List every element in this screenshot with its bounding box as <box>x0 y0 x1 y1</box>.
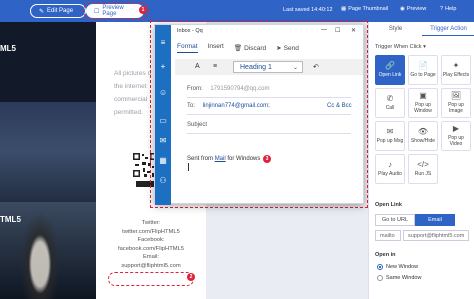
mail-compose-window: ≡ + ☺ ▭ ✉ ▦ ⚇ Inbox - Qq — ☐ ✕ Format In… <box>154 24 364 205</box>
action-pop-up-video[interactable]: ▶ Pop up Video <box>441 121 471 151</box>
go-to-url-button[interactable]: Go to URL <box>375 214 415 226</box>
new-window-radio[interactable]: New Window <box>377 264 418 270</box>
edit-icon: ✎ <box>39 8 45 15</box>
email-button[interactable]: Email <box>415 214 455 226</box>
minimize-icon[interactable]: — <box>321 27 327 33</box>
message-icon: ✉ <box>386 127 394 136</box>
divider <box>187 114 351 115</box>
action-go-to-page[interactable]: 📄 Go to Page <box>408 55 438 85</box>
action-play-audio[interactable]: ♪ Play Audio <box>375 154 405 184</box>
action-call[interactable]: ✆ Call <box>375 88 405 118</box>
eye-icon: 👁 <box>417 127 429 136</box>
help-icon: ? <box>440 6 444 12</box>
mail-link[interactable]: Mail <box>215 156 226 162</box>
code-icon: </> <box>417 160 429 169</box>
eye-icon: ◉ <box>400 6 405 12</box>
image-icon: 🖼 <box>450 91 462 100</box>
menu-icon[interactable]: ≡ <box>159 39 167 47</box>
font-color-icon[interactable]: A <box>195 63 200 70</box>
from-field[interactable]: From: 1791590794@qq.com <box>187 86 351 92</box>
book-left-page: ML5 TML5 <box>0 22 96 299</box>
action-run-js[interactable]: </> Run JS <box>408 154 438 184</box>
chevron-down-icon: ▾ <box>423 44 426 50</box>
preview-page-button[interactable]: ☐ Preview Page <box>86 4 144 18</box>
last-saved-text: Last saved 14:40:12 <box>283 7 333 13</box>
step-badge-3: 3 <box>263 155 271 163</box>
cc-bcc-button[interactable]: Cc & Bcc <box>327 103 352 109</box>
panel-tabs: Style Trigger Action <box>369 22 474 36</box>
phone-icon: ✆ <box>386 94 394 103</box>
tab-style[interactable]: Style <box>369 22 422 36</box>
chevron-down-icon: ⌄ <box>292 65 298 71</box>
trash-icon: 🗑 <box>233 45 243 52</box>
action-open-link[interactable]: 🔗 Open Link <box>375 55 405 85</box>
close-icon[interactable]: ✕ <box>351 27 356 34</box>
tab-format[interactable]: Format <box>177 43 198 53</box>
trigger-when-select[interactable]: Trigger When Click ▾ <box>375 44 426 50</box>
discard-button[interactable]: 🗑 Discard <box>234 43 266 53</box>
star-icon: ✦ <box>452 61 460 70</box>
undo-icon[interactable]: ↶ <box>313 63 319 71</box>
new-mail-icon[interactable]: + <box>159 63 167 71</box>
window-icon: ▣ <box>419 91 427 100</box>
email-highlight-outline <box>108 272 194 286</box>
top-toolbar: ✎ Edit Page ☐ Preview Page 1 Last saved … <box>0 0 474 22</box>
mail-body[interactable]: Sent from Mail for Windows <box>187 156 260 162</box>
contact-info: Twitter: twitter.com/FlipHTML5 Facebook:… <box>96 219 206 270</box>
video-icon: ▶ <box>452 124 460 133</box>
mail-sidebar: ≡ + ☺ ▭ ✉ ▦ ⚇ <box>155 25 171 205</box>
page-icon: 📄 <box>418 61 428 70</box>
send-button[interactable]: ➤ Send <box>276 43 299 53</box>
action-pop-up-window[interactable]: ▣ Pop up Window <box>408 88 438 118</box>
step-badge-1: 1 <box>139 6 147 14</box>
open-link-label: Open Link <box>375 202 402 208</box>
book-title-lower: TML5 <box>0 215 21 224</box>
maximize-icon[interactable]: ☐ <box>335 27 340 34</box>
thumbnail-icon: ▦ <box>341 6 347 12</box>
format-toolbar: A ≡ Heading 1 ⌄ ↶ <box>175 59 363 75</box>
action-play-effects[interactable]: ✦ Play Effects <box>441 55 471 85</box>
step-badge-2: 2 <box>187 273 195 281</box>
preview-button[interactable]: ◉ Preview <box>400 6 426 12</box>
same-window-radio[interactable]: Same Window <box>377 275 421 281</box>
mail-window-title: Inbox - Qq <box>177 28 203 34</box>
divider <box>187 133 351 134</box>
folder-icon[interactable]: ▭ <box>159 117 167 125</box>
edit-page-button[interactable]: ✎ Edit Page <box>30 4 86 18</box>
send-icon: ➤ <box>276 45 282 52</box>
calendar-icon[interactable]: ▦ <box>159 157 167 165</box>
email-link[interactable]: support@fliphtml5.com <box>96 262 206 271</box>
properties-panel: Style Trigger Action Trigger When Click … <box>368 22 474 299</box>
heading-select[interactable]: Heading 1 ⌄ <box>233 61 303 73</box>
people-icon[interactable]: ⚇ <box>159 177 167 185</box>
tab-trigger-action[interactable]: Trigger Action <box>422 22 474 36</box>
book-title: ML5 <box>0 44 16 53</box>
action-pop-up-image[interactable]: 🖼 Pop up Image <box>441 88 471 118</box>
mail-tabs: Format Insert 🗑 Discard ➤ Send <box>177 43 357 53</box>
paragraph-format-icon[interactable]: ≡ <box>213 63 217 70</box>
audio-icon: ♪ <box>388 160 392 169</box>
person-icon[interactable]: ☺ <box>159 89 167 97</box>
radio-unchecked-icon <box>377 275 383 281</box>
divider <box>187 97 351 98</box>
couple-image <box>20 212 60 299</box>
action-pop-up-msg[interactable]: ✉ Pop up Msg <box>375 121 405 151</box>
tab-insert[interactable]: Insert <box>208 43 224 53</box>
action-show-hide[interactable]: 👁 Show/Hide <box>408 121 438 151</box>
text-caret <box>188 163 189 171</box>
preview-icon: ☐ <box>94 8 100 15</box>
open-in-label: Open in <box>375 252 396 258</box>
mail-icon[interactable]: ✉ <box>159 137 167 145</box>
email-address-field[interactable]: support@fliphtml5.com <box>403 230 469 241</box>
action-grid: 🔗 Open Link 📄 Go to Page ✦ Play Effects ✆ Call ▣… <box>375 55 471 184</box>
link-icon: 🔗 <box>385 61 395 70</box>
page-thumbnail-button[interactable]: ▦ Page Thumbnail <box>341 6 388 12</box>
subject-field[interactable]: Subject <box>187 122 351 128</box>
radio-checked-icon <box>377 264 383 270</box>
help-button[interactable]: ? Help <box>440 6 456 12</box>
mailto-field[interactable]: mailto <box>375 230 401 241</box>
